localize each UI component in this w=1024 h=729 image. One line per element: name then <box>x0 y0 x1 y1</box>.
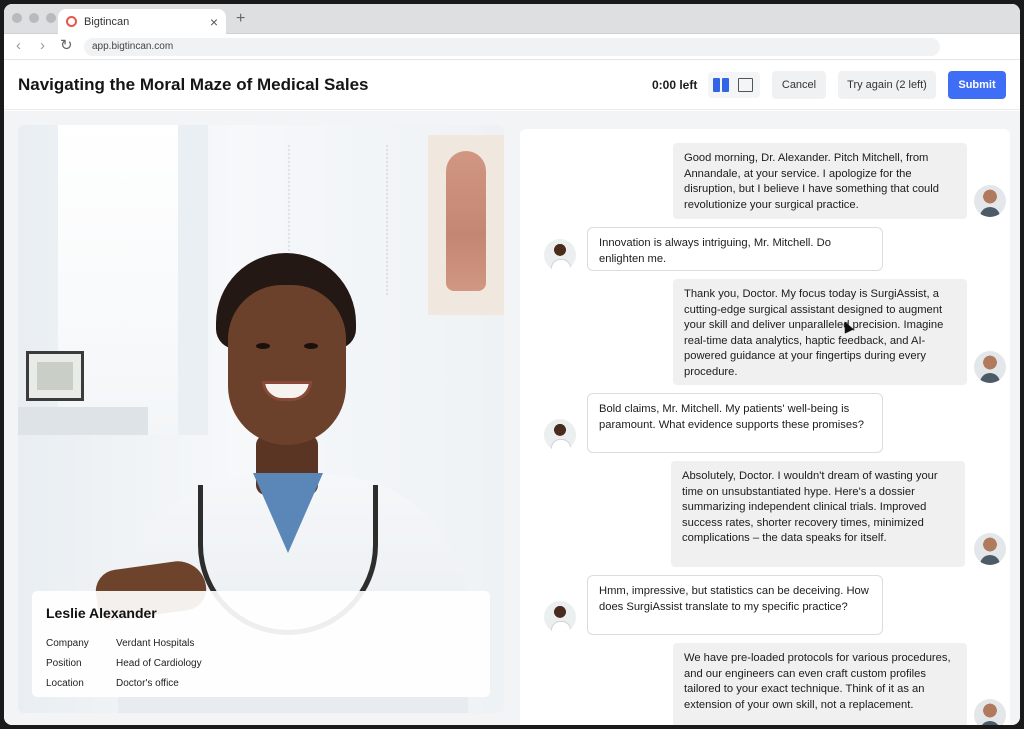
persona-field-company: Company Verdant Hospitals <box>46 633 476 653</box>
submit-button[interactable]: Submit <box>948 71 1006 99</box>
bigtincan-favicon-icon <box>66 16 77 27</box>
cancel-button[interactable]: Cancel <box>772 71 826 99</box>
layout-toggle <box>708 72 760 98</box>
persona-avatar <box>544 419 576 451</box>
maximize-window-icon[interactable] <box>46 13 56 23</box>
app-header: Navigating the Moral Maze of Medical Sal… <box>4 60 1020 110</box>
field-value: Head of Cardiology <box>116 657 202 669</box>
chat-message-user: Absolutely, Doctor. I wouldn't dream of … <box>671 461 965 567</box>
persona-info-card: Leslie Alexander Company Verdant Hospita… <box>32 591 490 697</box>
chat-message-persona: Innovation is always intriguing, Mr. Mit… <box>587 227 883 271</box>
forward-icon[interactable]: › <box>40 38 45 53</box>
page-title: Navigating the Moral Maze of Medical Sal… <box>18 75 369 94</box>
tab-close-icon[interactable]: × <box>210 15 218 29</box>
timer: 0:00 left <box>652 78 698 92</box>
field-label: Company <box>46 637 89 649</box>
field-label: Location <box>46 677 84 689</box>
single-view-icon <box>737 78 753 92</box>
persona-name: Leslie Alexander <box>46 605 157 621</box>
tab-strip: Bigtincan × + <box>4 4 1020 34</box>
minimize-window-icon[interactable] <box>29 13 39 23</box>
window-controls <box>12 13 56 23</box>
split-view-button[interactable] <box>711 75 731 95</box>
close-window-icon[interactable] <box>12 13 22 23</box>
persona-avatar <box>544 239 576 271</box>
chat-panel[interactable]: Good morning, Dr. Alexander. Pitch Mitch… <box>520 129 1010 725</box>
user-avatar <box>974 185 1006 217</box>
field-value: Doctor's office <box>116 677 179 689</box>
chat-message-persona: Bold claims, Mr. Mitchell. My patients' … <box>587 393 883 453</box>
back-icon[interactable]: ‹ <box>16 38 21 53</box>
single-view-button[interactable] <box>735 75 755 95</box>
chat-message-user: We have pre-loaded protocols for various… <box>673 643 967 725</box>
field-label: Position <box>46 657 82 669</box>
url-field[interactable]: app.bigtincan.com <box>84 38 940 56</box>
tab-title: Bigtincan <box>84 15 130 28</box>
persona-avatar <box>544 601 576 633</box>
persona-panel: Leslie Alexander Company Verdant Hospita… <box>18 125 504 713</box>
chat-message-persona: Hmm, impressive, but statistics can be d… <box>587 575 883 635</box>
browser-tab[interactable]: Bigtincan × <box>58 9 226 34</box>
user-avatar <box>974 351 1006 383</box>
chat-message-user: Thank you, Doctor. My focus today is Sur… <box>673 279 967 385</box>
content-area: Leslie Alexander Company Verdant Hospita… <box>4 111 1020 725</box>
field-value: Verdant Hospitals <box>116 637 195 649</box>
persona-field-location: Location Doctor's office <box>46 673 476 693</box>
user-avatar <box>974 533 1006 565</box>
reload-icon[interactable]: ↻ <box>60 38 73 53</box>
new-tab-icon[interactable]: + <box>236 10 245 28</box>
user-avatar <box>974 699 1006 725</box>
try-again-button[interactable]: Try again (2 left) <box>838 71 936 99</box>
chat-message-user: Good morning, Dr. Alexander. Pitch Mitch… <box>673 143 967 219</box>
browser-window: Bigtincan × + ‹ › ↻ app.bigtincan.com Na… <box>4 4 1020 725</box>
persona-field-position: Position Head of Cardiology <box>46 653 476 673</box>
address-bar: ‹ › ↻ app.bigtincan.com <box>4 34 1020 60</box>
split-view-icon <box>713 78 729 92</box>
